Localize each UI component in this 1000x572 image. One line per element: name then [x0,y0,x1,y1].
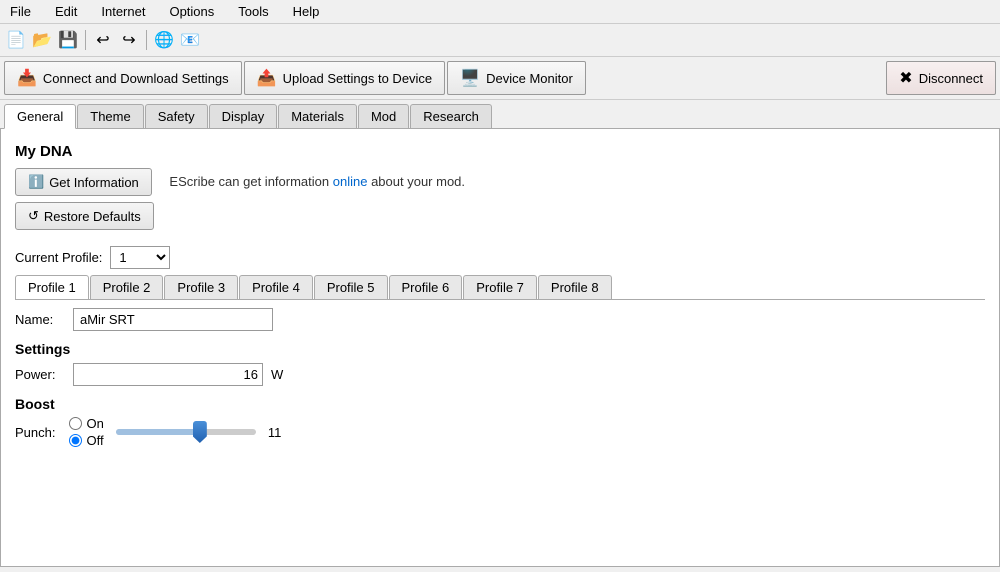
current-profile-select[interactable]: 1 2 3 4 5 6 7 8 [110,246,170,269]
info-icon: ℹ️ [28,174,44,190]
profile-tab-1[interactable]: Profile 1 [15,275,89,300]
boost-title: Boost [15,396,985,412]
upload-settings-button[interactable]: 📤 Upload Settings to Device [244,61,446,95]
profile-tab-3[interactable]: Profile 3 [164,275,238,299]
punch-off-radio[interactable] [69,434,82,447]
power-unit: W [271,367,283,382]
profile-tab-2[interactable]: Profile 2 [90,275,164,299]
internet-icon[interactable]: 🌐 [152,28,176,52]
get-information-button[interactable]: ℹ️ Get Information [15,168,152,196]
my-dna-actions: ℹ️ Get Information EScribe can get infor… [15,168,985,202]
disconnect-button[interactable]: ✖ Disconnect [886,61,996,95]
open-icon[interactable]: 📂 [30,28,54,52]
undo-icon[interactable]: ↩ [91,28,115,52]
tab-mod[interactable]: Mod [358,104,409,128]
boost-slider-thumb[interactable] [193,421,207,443]
punch-on-label: On [86,416,103,431]
connect-icon: 📥 [17,68,37,88]
punch-radio-group: On Off [69,416,103,448]
new-icon[interactable]: 📄 [4,28,28,52]
device-monitor-button[interactable]: 🖥️ Device Monitor [447,61,586,95]
tab-safety[interactable]: Safety [145,104,208,128]
content-area: My DNA ℹ️ Get Information EScribe can ge… [0,129,1000,567]
name-label: Name: [15,312,65,327]
monitor-icon: 🖥️ [460,68,480,88]
power-label: Power: [15,367,65,382]
tab-display[interactable]: Display [209,104,278,128]
tab-materials[interactable]: Materials [278,104,357,128]
online-link[interactable]: online [333,174,368,189]
power-row: Power: W [15,363,985,386]
info-text: EScribe can get information online about… [169,174,465,189]
upload-icon: 📤 [257,68,277,88]
menu-internet[interactable]: Internet [95,2,151,21]
boost-slider-container: 11 [112,425,985,440]
name-row: Name: [15,308,985,331]
punch-label: Punch: [15,425,55,440]
menu-help[interactable]: Help [287,2,326,21]
toolbar-sep-1 [85,30,86,50]
boost-slider-value: 11 [268,425,292,440]
settings-title: Settings [15,341,985,357]
name-input[interactable] [73,308,273,331]
toolbar: 📄 📂 💾 ↩ ↪ 🌐 📧 [0,24,1000,57]
tab-research[interactable]: Research [410,104,492,128]
punch-row: Punch: On Off 11 [15,416,985,448]
tab-theme[interactable]: Theme [77,104,143,128]
connect-download-button[interactable]: 📥 Connect and Download Settings [4,61,242,95]
restore-defaults-button[interactable]: ↺ Restore Defaults [15,202,154,230]
menu-bar: File Edit Internet Options Tools Help [0,0,1000,24]
tab-general[interactable]: General [4,104,76,129]
punch-off-option[interactable]: Off [69,433,103,448]
boost-slider-fill [116,429,200,435]
power-input[interactable] [73,363,263,386]
punch-on-option[interactable]: On [69,416,103,431]
save-icon[interactable]: 💾 [56,28,80,52]
profile-tabs: Profile 1 Profile 2 Profile 3 Profile 4 … [15,275,985,300]
menu-file[interactable]: File [4,2,37,21]
boost-slider-track[interactable] [116,429,256,435]
punch-off-label: Off [86,433,103,448]
action-buttons-row: 📥 Connect and Download Settings 📤 Upload… [0,57,1000,100]
main-tabs: General Theme Safety Display Materials M… [0,100,1000,129]
profile-tab-4[interactable]: Profile 4 [239,275,313,299]
disconnect-icon: ✖ [899,68,912,88]
profile-tab-5[interactable]: Profile 5 [314,275,388,299]
menu-options[interactable]: Options [163,2,220,21]
current-profile-row: Current Profile: 1 2 3 4 5 6 7 8 [15,246,985,269]
restore-defaults-row: ↺ Restore Defaults [15,202,985,236]
redo-icon[interactable]: ↪ [117,28,141,52]
mail-icon[interactable]: 📧 [178,28,202,52]
my-dna-title: My DNA [15,143,985,160]
toolbar-sep-2 [146,30,147,50]
profile-tab-8[interactable]: Profile 8 [538,275,612,299]
current-profile-label: Current Profile: [15,250,102,265]
restore-icon: ↺ [28,208,39,224]
punch-on-radio[interactable] [69,417,82,430]
profile-tab-7[interactable]: Profile 7 [463,275,537,299]
menu-tools[interactable]: Tools [232,2,274,21]
profile-tab-6[interactable]: Profile 6 [389,275,463,299]
menu-edit[interactable]: Edit [49,2,83,21]
